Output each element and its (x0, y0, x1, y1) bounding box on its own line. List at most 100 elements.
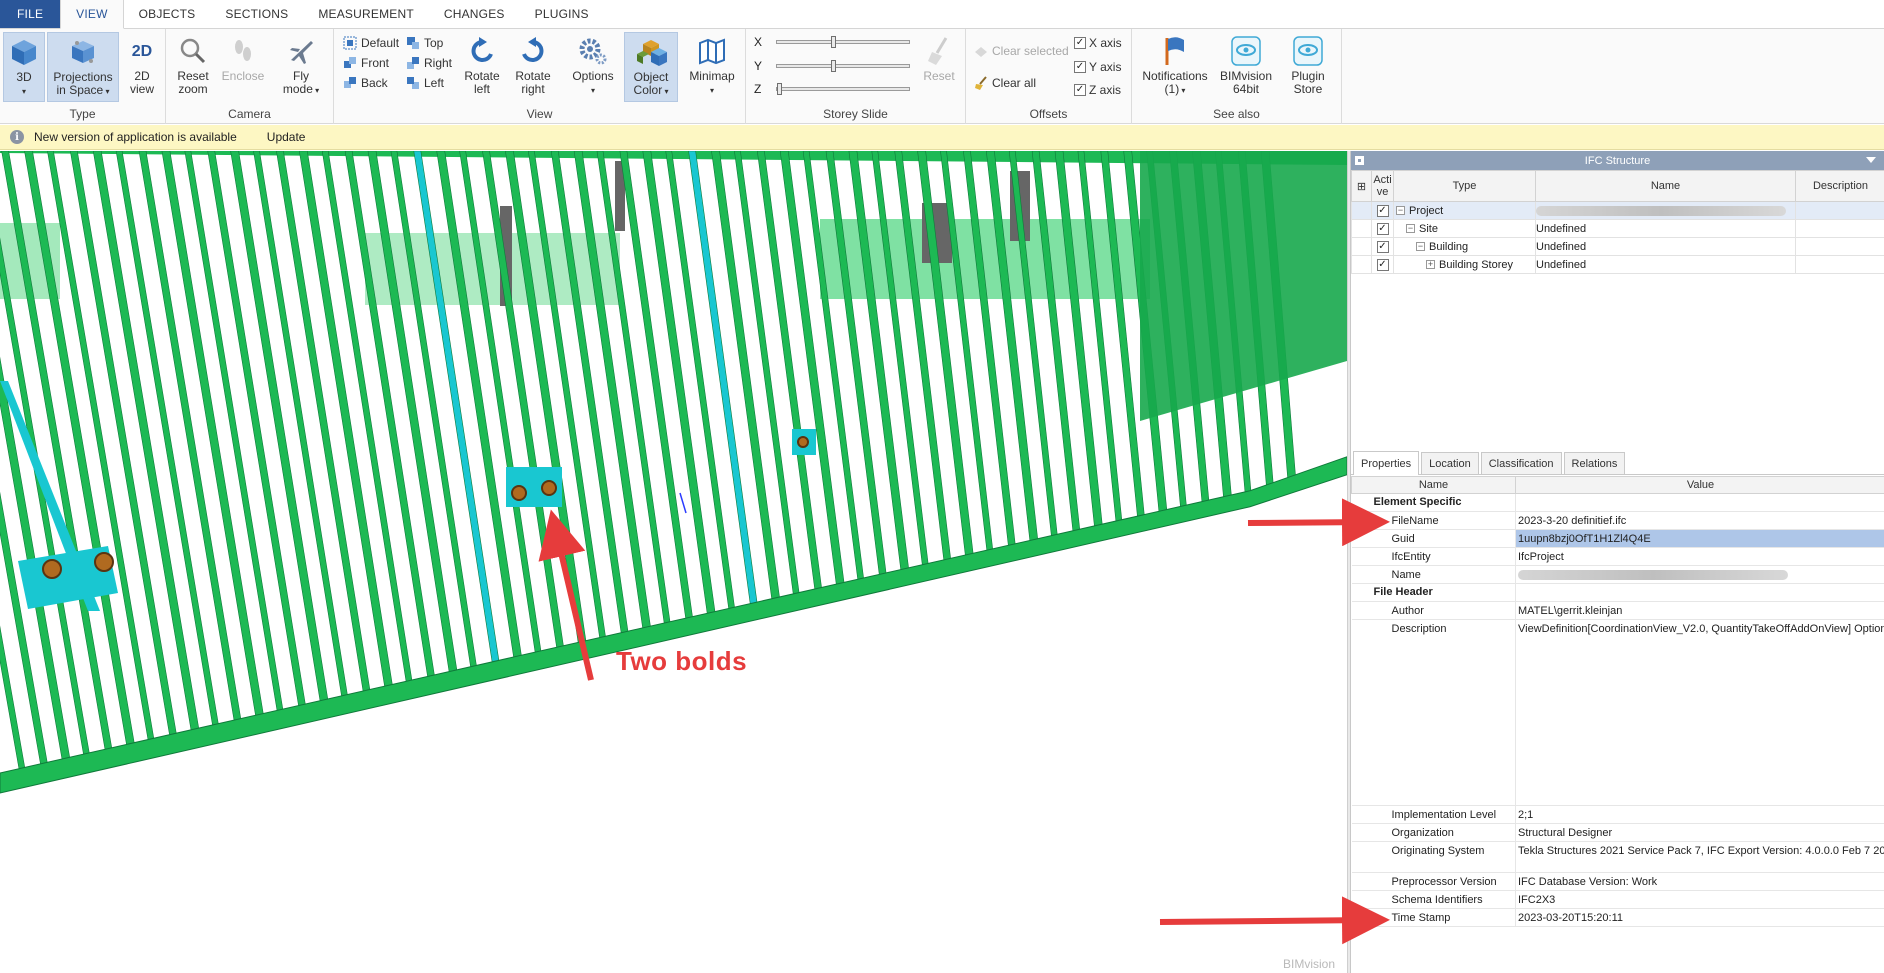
prop-column-header-value[interactable]: Value (1515, 476, 1884, 494)
slider-z-thumb[interactable] (777, 83, 782, 95)
x-axis-checkbox[interactable]: ✓ X axis (1074, 33, 1122, 53)
slide-reset-button[interactable]: Reset (916, 32, 962, 102)
view-right-button[interactable]: Right (406, 53, 452, 73)
pin-icon[interactable] (1355, 156, 1364, 165)
back-view-icon (343, 76, 357, 90)
prop-row-originating-system[interactable]: Originating System Tekla Structures 2021 … (1351, 841, 1884, 873)
view-front-label: Front (361, 56, 390, 70)
view-2d-button[interactable]: 2D 2D view (121, 32, 163, 102)
bimvision-logo-icon (1228, 34, 1264, 68)
flag-icon (1157, 34, 1193, 68)
prop-value: 2023-03-20T15:20:11 (1515, 908, 1884, 927)
prop-row-author[interactable]: Author MATEL\gerrit.kleinjan (1351, 601, 1884, 620)
view-default-button[interactable]: Default (343, 33, 399, 53)
prop-row-description[interactable]: Description ViewDefinition[CoordinationVi… (1351, 619, 1884, 806)
tab-location[interactable]: Location (1421, 452, 1479, 474)
slider-z-track[interactable] (776, 83, 910, 95)
tab-plugins[interactable]: PLUGINS (520, 0, 604, 28)
prop-row-schema-identifiers[interactable]: Schema Identifiers IFC2X3 (1351, 890, 1884, 909)
bolt (797, 436, 809, 448)
prop-name: Author (1351, 601, 1516, 620)
slider-y-track[interactable] (776, 60, 910, 72)
tree-row-building-storey[interactable]: ✓ + Building Storey Undefined (1351, 255, 1884, 274)
3d-model-scene[interactable] (0, 151, 1347, 973)
tree-row-project[interactable]: ✓ − Project (1351, 201, 1884, 220)
notifications-button[interactable]: Notifications (1) ▾ (1138, 32, 1212, 102)
prop-row-implementation-level[interactable]: Implementation Level 2;1 (1351, 805, 1884, 824)
minimap-button[interactable]: Minimap ▾ (684, 32, 740, 102)
fly-mode-button[interactable]: Fly mode ▾ (274, 32, 328, 102)
tree-row-site[interactable]: ✓ − Site Undefined (1351, 219, 1884, 238)
tab-properties[interactable]: Properties (1353, 451, 1420, 475)
clear-all-button[interactable]: Clear all (974, 73, 1036, 93)
view-front-button[interactable]: Front (343, 53, 389, 73)
category-file-header[interactable]: File Header (1351, 583, 1884, 602)
projections-in-space-button[interactable]: Projections in Space ▾ (47, 32, 119, 102)
tab-file[interactable]: FILE (0, 0, 61, 28)
column-options-icon[interactable]: ⊞ (1351, 170, 1372, 202)
prop-column-header-name[interactable]: Name (1351, 476, 1516, 494)
collapse-icon[interactable]: − (1416, 242, 1425, 252)
column-header-name[interactable]: Name (1535, 170, 1796, 202)
slider-y-label: Y (754, 59, 763, 73)
bimvision-64bit-button[interactable]: BIMvision 64bit (1218, 32, 1274, 102)
update-link[interactable]: Update (267, 130, 306, 144)
y-axis-check[interactable]: ✓ (1074, 61, 1086, 73)
y-axis-checkbox[interactable]: ✓ Y axis (1074, 57, 1121, 77)
view-top-button[interactable]: Top (406, 33, 443, 53)
collapse-icon[interactable]: − (1396, 206, 1405, 216)
reset-zoom-button[interactable]: Reset zoom (170, 32, 216, 102)
slider-y-thumb[interactable] (830, 60, 836, 72)
prop-row-guid[interactable]: Guid 1uupn8bzj0OfT1H1Zl4Q4E (1351, 529, 1884, 548)
prop-name: Description (1351, 619, 1516, 806)
3d-viewport[interactable]: Two bolds BIMvision (0, 151, 1347, 973)
column-header-description[interactable]: Description (1795, 170, 1884, 202)
active-checkbox[interactable]: ✓ (1376, 223, 1389, 235)
tab-measurement[interactable]: MEASUREMENT (303, 0, 429, 28)
clear-selected-button[interactable]: Clear selected (974, 41, 1069, 61)
dropdown-arrow-icon[interactable] (1866, 157, 1876, 163)
slider-x-track[interactable] (776, 36, 910, 48)
prop-row-ifcentity[interactable]: IfcEntity IfcProject (1351, 547, 1884, 566)
prop-row-filename[interactable]: FileName 2023-3-20 definitief.ifc (1351, 511, 1884, 530)
plugin-store-button[interactable]: Plugin Store (1280, 32, 1336, 102)
rotate-right-button[interactable]: Rotate right (509, 32, 557, 102)
expand-icon[interactable]: + (1426, 260, 1435, 270)
tree-name-cell: Undefined (1535, 255, 1796, 274)
tree-row-building[interactable]: ✓ − Building Undefined (1351, 237, 1884, 256)
z-axis-check[interactable]: ✓ (1074, 84, 1086, 96)
enclose-button[interactable]: Enclose (218, 32, 268, 102)
group-label-see-also: See also (1213, 107, 1260, 121)
view-back-button[interactable]: Back (343, 73, 388, 93)
rotate-left-button[interactable]: Rotate left (459, 32, 505, 102)
z-axis-checkbox[interactable]: ✓ Z axis (1074, 80, 1121, 100)
prop-row-time-stamp[interactable]: Time Stamp 2023-03-20T15:20:11 (1351, 908, 1884, 927)
view-left-button[interactable]: Left (406, 73, 444, 93)
view-3d-button[interactable]: 3D ▾ (3, 32, 45, 102)
slider-x-thumb[interactable] (830, 36, 836, 48)
prop-row-preprocessor-version[interactable]: Preprocessor Version IFC Database Version… (1351, 872, 1884, 891)
tab-classification[interactable]: Classification (1480, 452, 1562, 474)
category-element-specific[interactable]: Element Specific (1351, 493, 1884, 512)
prop-row-organization[interactable]: Organization Structural Designer (1351, 823, 1884, 842)
prop-value: IFC2X3 (1515, 890, 1884, 909)
column-header-active[interactable]: Acti ve (1371, 170, 1394, 202)
group-label-offsets: Offsets (1029, 107, 1068, 121)
x-axis-check[interactable]: ✓ (1074, 37, 1086, 49)
tab-sections[interactable]: SECTIONS (210, 0, 303, 28)
column-header-type[interactable]: Type (1393, 170, 1536, 202)
minimap-label: Minimap (689, 69, 735, 83)
options-button[interactable]: Options ▾ (569, 32, 617, 102)
collapse-icon[interactable]: − (1406, 224, 1415, 234)
object-color-button[interactable]: Object Color ▾ (624, 32, 678, 102)
active-checkbox[interactable]: ✓ (1376, 241, 1389, 253)
tab-relations[interactable]: Relations (1563, 452, 1626, 474)
tab-changes[interactable]: CHANGES (429, 0, 520, 28)
prop-row-name[interactable]: Name (1351, 565, 1884, 584)
tab-view[interactable]: VIEW (60, 0, 124, 29)
tab-objects[interactable]: OBJECTS (124, 0, 211, 28)
active-checkbox[interactable]: ✓ (1376, 205, 1389, 217)
prop-value: IfcProject (1515, 547, 1884, 566)
active-checkbox[interactable]: ✓ (1376, 259, 1389, 271)
view-2d-label: 2D view (129, 69, 154, 96)
